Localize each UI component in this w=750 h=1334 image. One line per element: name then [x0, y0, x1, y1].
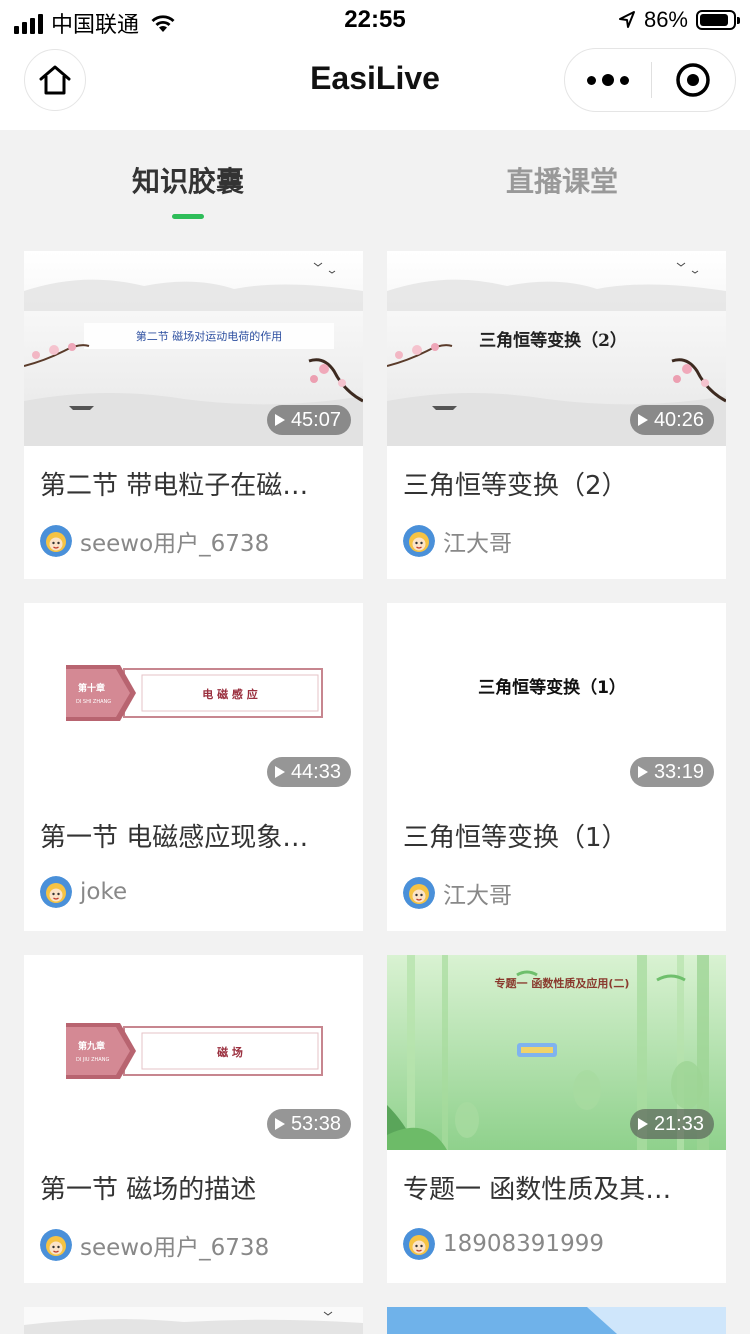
thumbnail-caption: 专题一 函数性质及应用(二)	[495, 976, 630, 990]
video-card[interactable]: 三角恒等变换（1） 33:19 三角恒等变换（1） 江大哥	[387, 603, 726, 931]
duration-badge: 45:07	[266, 405, 351, 435]
location-arrow-icon	[618, 11, 635, 28]
chapter-pinyin: DI SHI ZHANG	[76, 699, 111, 705]
author-row: 18908391999	[403, 1228, 604, 1260]
author-name: 江大哥	[443, 531, 512, 557]
thumbnail-caption: 第二节 磁场对运动电荷的作用	[136, 329, 283, 343]
chapter-label: 第十章	[78, 682, 105, 694]
thumbnail-caption: 三角恒等变换（1）	[478, 677, 626, 698]
nav-bar: EasiLive	[0, 40, 750, 130]
avatar	[40, 1229, 72, 1261]
battery-icon	[696, 10, 740, 30]
status-bar: 中国联通 22:55 86%	[0, 0, 750, 40]
video-card[interactable]: 专题一 函数性质及应用(二) 21:33 专题一 函数性质及其… 1890839…	[387, 955, 726, 1283]
author-name: seewo用户_6738	[80, 1235, 270, 1261]
video-card[interactable]: 第二节 磁场对运动电荷的作用 45:07 第二节 带电粒子在磁… seewo用户…	[24, 251, 363, 579]
avatar	[403, 1228, 435, 1260]
video-title: 三角恒等变换（1）	[403, 823, 628, 853]
play-icon	[274, 766, 285, 778]
video-title: 专题一 函数性质及其…	[403, 1175, 672, 1205]
video-card[interactable]: 第十章 DI SHI ZHANG 电 磁 感 应 44:33 第一节 电磁感应现…	[24, 603, 363, 931]
tab-live-classroom[interactable]: 直播课堂	[462, 160, 662, 200]
author-name: joke	[80, 879, 128, 905]
chapter-pinyin: DI JIU ZHANG	[76, 1057, 109, 1063]
duration-badge: 53:38	[266, 1109, 351, 1139]
chapter-label: 第九章	[78, 1040, 105, 1052]
thumbnail-caption: 三角恒等变换（2）	[479, 330, 627, 351]
active-tab-indicator	[172, 214, 204, 219]
battery-percent: 86%	[643, 7, 688, 32]
video-title: 第一节 电磁感应现象…	[40, 823, 309, 853]
play-icon	[637, 414, 648, 426]
tab-knowledge-capsule[interactable]: 知识胶囊	[88, 160, 288, 200]
video-title: 第二节 带电粒子在磁…	[40, 471, 309, 501]
avatar	[403, 525, 435, 557]
duration-badge: 21:33	[629, 1109, 714, 1139]
duration-badge: 33:19	[629, 757, 714, 787]
author-name: seewo用户_6738	[80, 531, 270, 557]
video-card-partial[interactable]	[387, 1307, 726, 1334]
target-close-icon	[676, 63, 710, 97]
video-card[interactable]: 三角恒等变换（2） 40:26 三角恒等变换（2） 江大哥	[387, 251, 726, 579]
more-button[interactable]	[565, 49, 651, 111]
play-icon	[274, 414, 285, 426]
video-title: 三角恒等变换（2）	[403, 471, 628, 501]
duration-badge: 44:33	[266, 757, 351, 787]
play-icon	[637, 1118, 648, 1130]
play-icon	[637, 766, 648, 778]
avatar	[40, 525, 72, 557]
author-name: 18908391999	[443, 1231, 604, 1257]
thumbnail-caption: 磁 场	[217, 1045, 243, 1059]
thumbnail-caption: 电 磁 感 应	[202, 687, 258, 701]
more-dots-icon	[586, 75, 596, 85]
mini-program-capsule	[564, 48, 736, 112]
avatar	[40, 876, 72, 908]
video-card[interactable]: 第九章 DI JIU ZHANG 磁 场 53:38 第一节 磁场的描述 see…	[24, 955, 363, 1283]
author-row: joke	[40, 876, 127, 908]
close-miniprogram-button[interactable]	[652, 49, 736, 111]
author-name: 江大哥	[443, 883, 512, 909]
tab-bar: 知识胶囊 直播课堂	[0, 130, 750, 230]
author-row: seewo用户_6738	[40, 1228, 269, 1262]
video-title: 第一节 磁场的描述	[40, 1175, 257, 1205]
avatar	[403, 877, 435, 909]
video-card-partial[interactable]	[24, 1307, 363, 1334]
author-row: seewo用户_6738	[40, 524, 269, 558]
duration-badge: 40:26	[629, 405, 714, 435]
play-icon	[274, 1118, 285, 1130]
author-row: 江大哥	[403, 524, 512, 558]
author-row: 江大哥	[403, 876, 512, 910]
